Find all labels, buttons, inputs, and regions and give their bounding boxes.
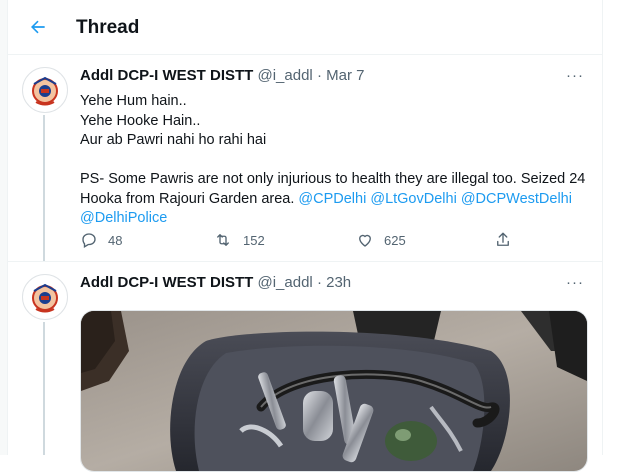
thread-connector-line	[43, 322, 45, 455]
police-emblem-icon	[32, 76, 58, 106]
left-frame-edge	[0, 0, 8, 455]
retweet-icon	[217, 234, 229, 246]
tweet-time[interactable]: Mar 7	[326, 67, 364, 84]
mention-delhipolice[interactable]: @DelhiPolice	[80, 210, 167, 226]
more-options-button[interactable]: ···	[564, 65, 586, 85]
more-options-button[interactable]: ···	[564, 272, 586, 292]
reply-button[interactable]: 48	[80, 231, 122, 249]
author-handle[interactable]: @i_addl	[258, 67, 313, 84]
author-handle[interactable]: @i_addl	[258, 274, 313, 291]
tweet-text: Yehe Hum hain.. Yehe Hooke Hain.. Aur ab…	[80, 92, 590, 229]
meta-separator: ·	[316, 67, 322, 84]
police-emblem-icon	[32, 283, 58, 313]
retweet-button[interactable]: 152	[213, 231, 265, 249]
avatar[interactable]	[22, 274, 68, 320]
tweet[interactable]: Addl DCP-I WEST DISTT @i_addl · 23h ···	[8, 262, 602, 472]
heart-icon	[359, 234, 371, 247]
mention-dcpwestdelhi[interactable]: @DCPWestDelhi	[461, 191, 572, 207]
tweet-meta: Addl DCP-I WEST DISTT @i_addl · Mar 7	[80, 67, 364, 84]
thread-connector-line	[43, 115, 45, 261]
tweet-ps-paragraph: PS- Some Pawris are not only injurious t…	[80, 170, 590, 229]
hookah-photo-image	[81, 311, 587, 471]
more-horizontal-icon: ···	[566, 66, 584, 84]
tweet[interactable]: Addl DCP-I WEST DISTT @i_addl · Mar 7 ··…	[8, 55, 602, 262]
more-horizontal-icon: ···	[566, 273, 584, 291]
arrow-left-icon	[31, 20, 45, 34]
tweet-line: Yehe Hum hain..	[80, 93, 187, 109]
tweet-time[interactable]: 23h	[326, 274, 351, 291]
right-frame-gap	[603, 0, 619, 455]
like-count: 625	[384, 232, 406, 248]
back-button[interactable]	[24, 13, 52, 41]
tweet-line: Yehe Hooke Hain..	[80, 112, 201, 129]
reply-count: 48	[108, 232, 123, 248]
like-button[interactable]: 625	[356, 231, 406, 249]
mention-cpdelhi[interactable]: @CPDelhi	[298, 191, 366, 207]
author-name[interactable]: Addl DCP-I WEST DISTT	[80, 274, 253, 291]
page-title: Thread	[76, 17, 140, 38]
tweet-photo[interactable]	[80, 310, 588, 472]
tweet-meta: Addl DCP-I WEST DISTT @i_addl · 23h	[80, 274, 351, 291]
author-name[interactable]: Addl DCP-I WEST DISTT	[80, 67, 253, 84]
tweet-actions: 48 152 625	[80, 231, 520, 253]
tweet-line: Aur ab Pawri nahi ho rahi hai	[80, 132, 267, 148]
avatar[interactable]	[22, 67, 68, 113]
reply-icon	[82, 233, 96, 248]
share-icon	[497, 232, 509, 246]
share-button[interactable]	[494, 231, 512, 249]
retweet-count: 152	[243, 232, 265, 248]
meta-separator: ·	[316, 274, 322, 291]
thread-header: Thread	[8, 0, 602, 55]
mention-ltgovdelhi[interactable]: @LtGovDelhi	[370, 191, 456, 207]
